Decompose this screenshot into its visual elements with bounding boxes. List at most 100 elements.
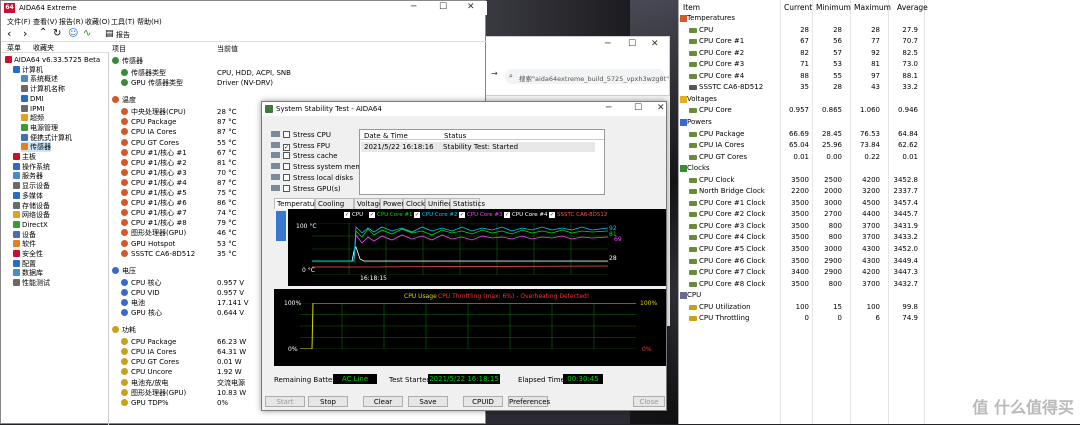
log-header-status[interactable]: Status	[444, 132, 466, 140]
clear-button[interactable]: Clear	[363, 396, 403, 407]
back-icon[interactable]: ‹	[7, 27, 11, 40]
legend-checkbox[interactable]: ✓	[504, 212, 510, 218]
legend-checkbox[interactable]: ✓	[459, 212, 465, 218]
browser-address-bar[interactable]: ⌕ 搜索"aida64extreme_build_5725_vpxh3wzg8t…	[505, 69, 669, 84]
checkbox[interactable]	[283, 152, 290, 160]
maximize-icon[interactable]: ☐	[634, 103, 642, 113]
tree-item[interactable]: 计算机	[13, 65, 43, 75]
up-icon[interactable]: ⌃	[39, 27, 47, 38]
sensor-row[interactable]: CPU Core #6 Clock 3500 2900 4300 3449.4	[679, 256, 1080, 268]
column-header-maximum[interactable]: Maximum	[854, 3, 891, 12]
close-icon[interactable]: ✕	[467, 2, 475, 12]
refresh-icon[interactable]: ↻	[53, 28, 61, 39]
minimize-icon[interactable]: ─	[605, 39, 610, 49]
sensor-row[interactable]: CPU Core #1 Clock 3500 3000 4500 3457.4	[679, 198, 1080, 210]
tree-item[interactable]: 主板	[13, 152, 36, 162]
sensor-group[interactable]: Temperatures	[679, 13, 1080, 25]
sensor-row[interactable]: CPU Package 66.69 28.45 76.53 64.84	[679, 129, 1080, 141]
tree-item[interactable]: 服务器	[13, 171, 43, 181]
graph-tab[interactable]: Cooling Fans	[315, 198, 354, 219]
legend-checkbox[interactable]: ✓	[369, 212, 375, 218]
sensor-row[interactable]: CPU Utilization 100 15 100 99.8	[679, 302, 1080, 314]
sensor-group[interactable]: Powers	[679, 117, 1080, 129]
close-icon[interactable]: ✕	[651, 39, 659, 49]
sensor-row[interactable]: CPU Clock 3500 2500 4200 3452.8	[679, 175, 1080, 187]
graph-scrollbar[interactable]	[276, 211, 286, 241]
start-button[interactable]: Start	[265, 396, 305, 407]
sensor-row[interactable]: CPU Core #7 Clock 3400 2900 4200 3447.3	[679, 267, 1080, 279]
tree-item[interactable]: AIDA64 v6.33.5725 Beta	[5, 55, 100, 65]
minimize-icon[interactable]: ─	[411, 2, 416, 12]
tree-item[interactable]: 网络设备	[13, 210, 50, 220]
sensor-row[interactable]: CPU 28 28 28 27.9	[679, 25, 1080, 37]
checkbox[interactable]	[283, 173, 290, 181]
maximize-icon[interactable]: ☐	[628, 39, 636, 49]
legend-checkbox[interactable]: ✓	[344, 212, 350, 218]
tree-item[interactable]: 多媒体	[13, 191, 43, 201]
graph-tab[interactable]: Statistics	[450, 198, 485, 209]
stop-button[interactable]: Stop	[308, 396, 348, 407]
cpuid-button[interactable]: CPUID	[463, 396, 503, 407]
legend-item[interactable]: ✓ CPU Core #4	[504, 212, 548, 218]
legend-item[interactable]: ✓ CPU Core #1	[369, 212, 413, 218]
maximize-icon[interactable]: ☐	[439, 2, 447, 12]
tree-item[interactable]: 传感器	[21, 142, 51, 153]
legend-checkbox[interactable]: ✓	[414, 212, 420, 218]
sensor-group[interactable]: CPU	[679, 290, 1080, 302]
sensor-row[interactable]: SSSTC CA6-8D512 35 28 43 33.2	[679, 82, 1080, 94]
tree-item[interactable]: 性能测试	[13, 278, 50, 288]
tree-item[interactable]: IPMI	[21, 104, 44, 114]
tree-item[interactable]: DMI	[21, 94, 44, 104]
legend-item[interactable]: ✓ SSSTC CA6-8D512	[549, 212, 607, 218]
sensor-row[interactable]: CPU Core #3 Clock 3500 800 3700 3431.9	[679, 221, 1080, 233]
column-header-item[interactable]: Item	[683, 3, 700, 12]
preferences-button[interactable]: Preferences	[508, 396, 550, 407]
sensor-row[interactable]: CPU Core #8 Clock 3500 800 3700 3432.7	[679, 279, 1080, 291]
minimize-icon[interactable]: ─	[606, 103, 611, 113]
column-header-value[interactable]: 当前值	[217, 44, 238, 54]
close-button[interactable]: Close	[633, 396, 665, 407]
user-icon[interactable]: ☺	[68, 28, 78, 39]
sensor-row[interactable]: CPU Core #5 Clock 3500 3000 4300 3452.0	[679, 244, 1080, 256]
checkbox[interactable]	[283, 163, 290, 171]
sensor-row[interactable]: CPU Core 0.957 0.865 1.060 0.946	[679, 105, 1080, 117]
stress-option[interactable]: Stress local disks	[271, 173, 353, 183]
checkbox[interactable]: ✓	[283, 143, 290, 151]
close-icon[interactable]: ✕	[657, 103, 665, 113]
legend-item[interactable]: ✓ CPU	[344, 212, 363, 218]
stress-option[interactable]: Stress cache	[271, 151, 337, 161]
sensor-row[interactable]: CPU IA Cores 65.04 25.96 73.84 62.62	[679, 140, 1080, 152]
column-header-item[interactable]: 项目	[112, 44, 126, 54]
legend-item[interactable]: ✓ CPU Core #3	[459, 212, 503, 218]
tree-item[interactable]: 数据库	[13, 268, 43, 278]
tree-item[interactable]: 配置	[13, 259, 36, 269]
tree-item[interactable]: 显示设备	[13, 181, 50, 191]
tree-item[interactable]: 软件	[13, 239, 36, 249]
forward-icon[interactable]: →	[491, 69, 498, 78]
tree-item[interactable]: 超频	[21, 113, 44, 123]
sensor-row[interactable]: CPU Core #2 82 57 92 82.5	[679, 48, 1080, 60]
graph-tab[interactable]: Powers	[380, 198, 408, 209]
legend-item[interactable]: ✓ CPU Core #2	[414, 212, 458, 218]
report-button-label[interactable]: 报告	[116, 30, 130, 40]
tree-item[interactable]: 电源管理	[21, 123, 58, 133]
column-header-current[interactable]: Current	[784, 3, 812, 12]
report-icon[interactable]: ▤	[105, 29, 114, 39]
column-header-minimum[interactable]: Minimum	[816, 3, 851, 12]
log-header-datetime[interactable]: Date & Time	[364, 132, 408, 140]
checkbox[interactable]	[283, 184, 290, 192]
tree-item[interactable]: 便携式计算机	[21, 133, 72, 143]
column-header-average[interactable]: Average	[897, 3, 928, 12]
graph-tab[interactable]: Temperatures	[274, 198, 325, 209]
sensor-group[interactable]: Voltages	[679, 94, 1080, 106]
sensor-row[interactable]: CPU Throttling 0 0 6 74.9	[679, 313, 1080, 325]
tab-menu[interactable]: 菜单	[7, 43, 21, 53]
tree-item[interactable]: 设备	[13, 230, 36, 240]
stress-option[interactable]: Stress GPU(s)	[271, 184, 341, 194]
sensor-row[interactable]: CPU Core #2 Clock 3500 2700 4400 3445.7	[679, 209, 1080, 221]
tree-item[interactable]: 安全性	[13, 249, 43, 259]
tree-item[interactable]: 存储设备	[13, 201, 50, 211]
stress-option[interactable]: ✓ Stress FPU	[271, 141, 330, 151]
log-row[interactable]: 2021/5/22 16:18:16 Stability Test: Start…	[361, 142, 595, 152]
checkbox[interactable]	[283, 131, 290, 138]
